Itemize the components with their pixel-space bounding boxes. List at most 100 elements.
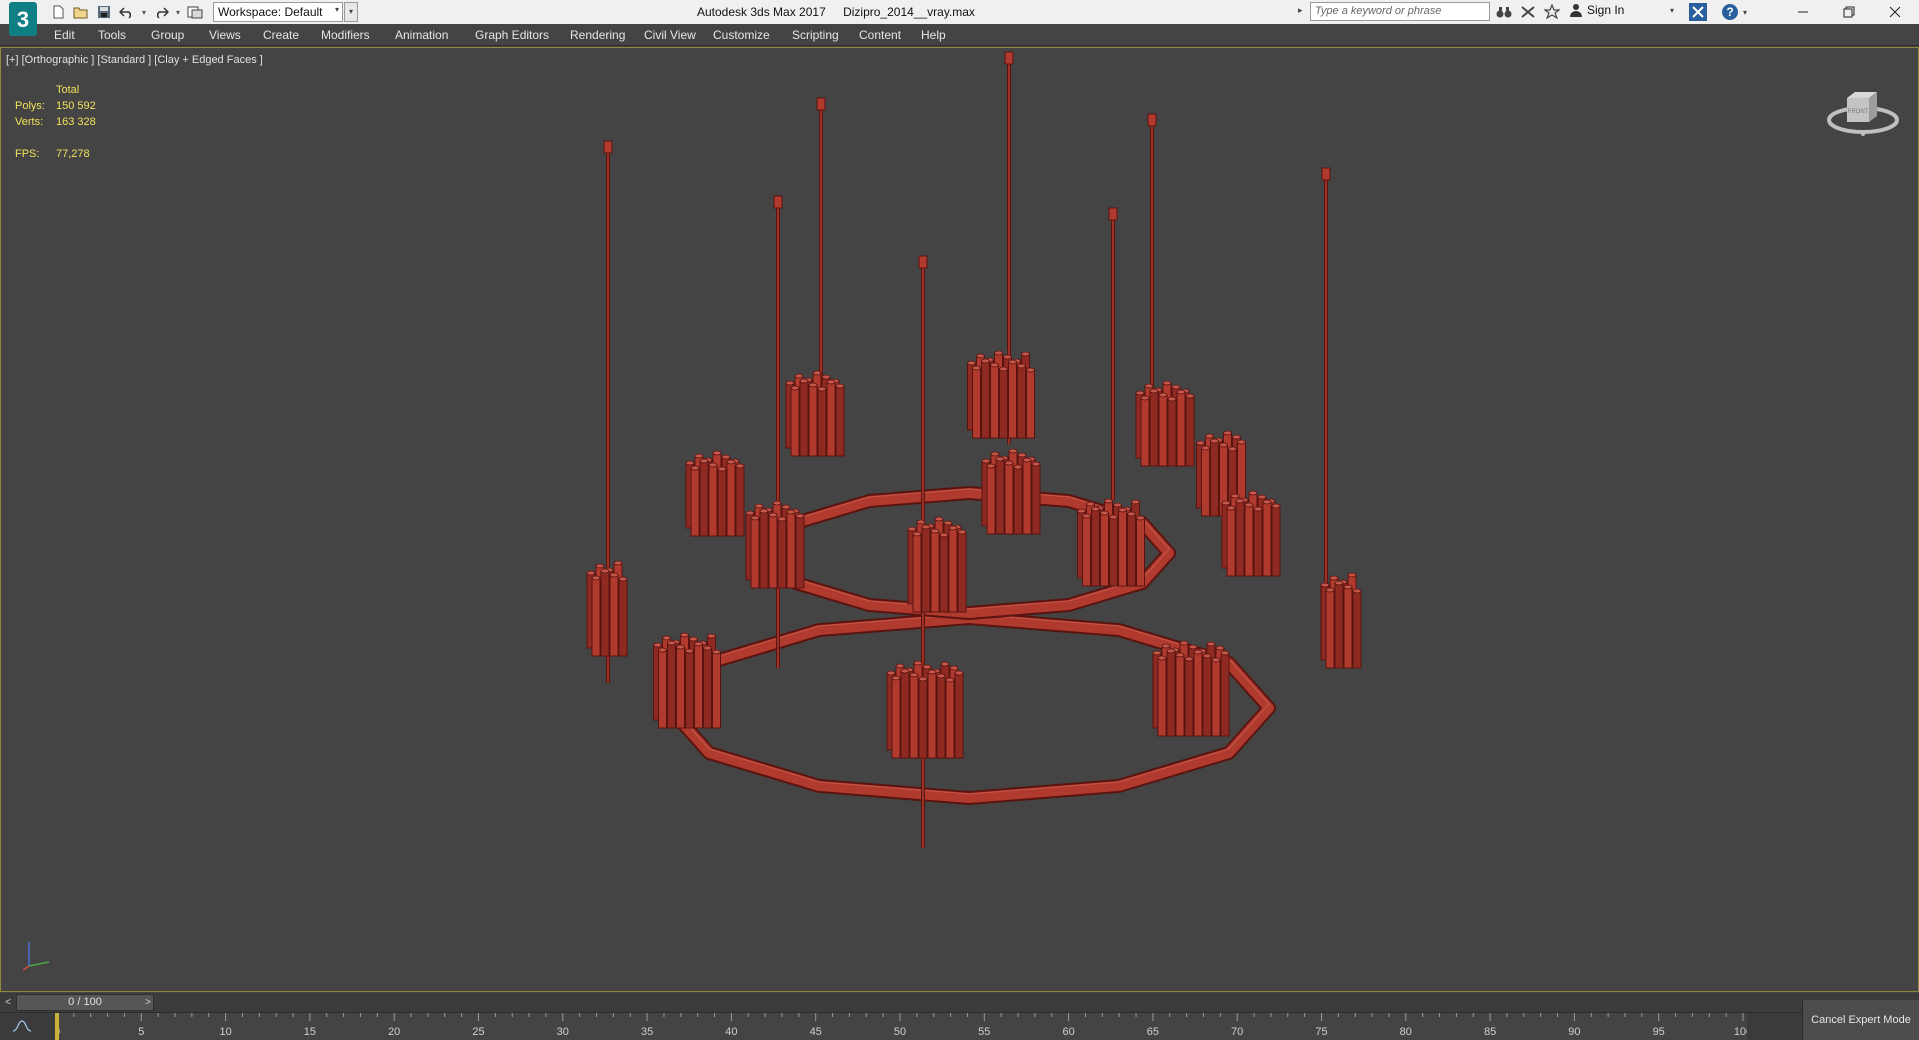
outer-cluster-candle xyxy=(703,647,712,729)
menu-customize[interactable]: Customize xyxy=(713,28,770,42)
viewcube[interactable]: FRONT xyxy=(1825,82,1905,147)
outer-cluster-candle xyxy=(1157,657,1167,737)
restore-button[interactable] xyxy=(1826,0,1872,24)
timeline-tick-label: 45 xyxy=(810,1026,822,1038)
inner-cluster-candle xyxy=(1013,466,1023,535)
search-input[interactable]: Type a keyword or phrase xyxy=(1310,2,1490,21)
inner-cluster-candle xyxy=(1100,512,1109,587)
outer-cluster-candle-top xyxy=(685,648,694,654)
inner-cluster-candle-top xyxy=(1219,442,1228,448)
minimize-icon xyxy=(1798,11,1808,13)
current-frame-marker[interactable] xyxy=(55,1013,59,1040)
workspace-dropdown[interactable]: Workspace: Default ▾ xyxy=(213,2,343,22)
account-dropdown-icon[interactable]: ▾ xyxy=(1670,6,1674,15)
inner-cluster-candle-top xyxy=(990,451,1000,457)
outer-cluster-candle-top xyxy=(1220,650,1230,656)
inner-cluster-candle-top xyxy=(1167,396,1177,402)
autodesk-exchange-icon[interactable] xyxy=(1688,2,1708,25)
inner-cluster-candle xyxy=(999,368,1008,439)
inner-cluster-candle-top xyxy=(1176,389,1186,395)
inner-cluster-candle xyxy=(717,468,727,537)
minimize-button[interactable] xyxy=(1780,0,1826,24)
search-expand-icon[interactable]: ▸ xyxy=(1298,5,1303,16)
inner-cluster-candle-top xyxy=(750,515,760,521)
undo-dropdown-icon[interactable]: ▾ xyxy=(140,8,148,17)
time-slider-next-button[interactable]: > xyxy=(141,995,155,1010)
menu-content[interactable]: Content xyxy=(859,28,901,42)
quick-access-toolbar: ▾ ▾ xyxy=(48,2,205,22)
outer-cluster-candle-top xyxy=(653,642,662,648)
menu-tools[interactable]: Tools xyxy=(98,28,126,42)
menu-help[interactable]: Help xyxy=(921,28,946,42)
timeline-tick-label: 10 xyxy=(219,1026,231,1038)
outer-cluster-candle xyxy=(694,643,703,729)
outer-cluster-candle-top xyxy=(586,570,596,576)
inner-cluster-candle xyxy=(990,364,999,439)
menu-graph-editors[interactable]: Graph Editors xyxy=(475,28,549,42)
outer-cluster-candle-top xyxy=(676,644,685,650)
inner-cluster-candle xyxy=(981,360,990,439)
inner-cluster-candle-top xyxy=(768,512,778,518)
time-slider-prev-button[interactable]: < xyxy=(1,995,15,1010)
outer-cluster-candle xyxy=(1202,655,1212,737)
inner-cluster-candle-top xyxy=(1017,452,1027,458)
inner-cluster-candle xyxy=(1201,447,1210,517)
help-dropdown-icon: ▾ xyxy=(1743,7,1748,17)
inner-cluster-candle xyxy=(1176,391,1186,467)
redo-icon[interactable] xyxy=(151,2,171,22)
chandelier-model[interactable] xyxy=(1,48,1918,991)
inner-cluster-candle-top xyxy=(1205,433,1214,439)
app-menu-button[interactable]: 3 xyxy=(6,0,40,40)
rod-cap xyxy=(603,140,613,154)
inner-cluster-candle xyxy=(995,458,1005,535)
viewport-orthographic[interactable]: [+] [Orthographic ] [Standard ] [Clay + … xyxy=(0,47,1919,992)
close-button[interactable] xyxy=(1872,0,1918,24)
subscription-icon[interactable] xyxy=(1518,2,1538,22)
undo-icon[interactable] xyxy=(117,2,137,22)
outer-cluster-candle xyxy=(1226,507,1236,577)
inner-cluster-candle-top xyxy=(1136,515,1145,521)
menu-modifiers[interactable]: Modifiers xyxy=(321,28,370,42)
workspace-options-button[interactable]: ▾ xyxy=(344,2,358,22)
inner-cluster-candle-top xyxy=(785,380,795,386)
binoculars-icon[interactable] xyxy=(1494,2,1514,22)
menu-group[interactable]: Group xyxy=(151,28,184,42)
menu-animation[interactable]: Animation xyxy=(395,28,448,42)
menu-scripting[interactable]: Scripting xyxy=(792,28,839,42)
sign-in-button[interactable]: Sign In xyxy=(1570,3,1624,17)
inner-cluster-candle-top xyxy=(826,379,836,385)
time-slider[interactable]: 0 / 100 xyxy=(16,994,154,1011)
save-icon[interactable] xyxy=(94,2,114,22)
inner-cluster-candle xyxy=(1091,508,1100,587)
outer-cluster-candle-top xyxy=(1320,582,1330,588)
outer-cluster-candle-top xyxy=(1343,584,1353,590)
curve-editor-icon[interactable] xyxy=(12,1019,32,1036)
project-icon[interactable] xyxy=(185,2,205,22)
inner-cluster-candle-top xyxy=(999,366,1008,372)
outer-cluster-candle-top xyxy=(689,636,698,642)
inner-cluster-candle-top xyxy=(690,465,700,471)
outer-cluster-candle-top xyxy=(954,670,964,676)
favorites-star-icon[interactable] xyxy=(1542,2,1562,22)
open-folder-icon[interactable] xyxy=(71,2,91,22)
outer-cluster-candle xyxy=(1352,590,1362,669)
inner-cluster-candle-top xyxy=(1086,501,1095,507)
outer-cluster-candle-top xyxy=(1230,493,1240,499)
timeline-tick-label: 40 xyxy=(725,1026,737,1038)
menu-create[interactable]: Create xyxy=(263,28,299,42)
redo-dropdown-icon[interactable]: ▾ xyxy=(174,8,182,17)
timeline-track[interactable]: 0510152025303540455055606570758085909510… xyxy=(55,1013,1747,1040)
inner-cluster-candle-top xyxy=(995,456,1005,462)
menu-civil-view[interactable]: Civil View xyxy=(644,28,696,42)
new-file-icon[interactable] xyxy=(48,2,68,22)
outer-cluster-candle xyxy=(667,642,676,729)
inner-cluster-candle-top xyxy=(1127,511,1136,517)
inner-cluster-candle-top xyxy=(981,458,991,464)
menu-views[interactable]: Views xyxy=(209,28,241,42)
menu-rendering[interactable]: Rendering xyxy=(570,28,625,42)
inner-cluster-candle-top xyxy=(1003,354,1012,360)
help-button[interactable]: ? ▾ xyxy=(1720,2,1747,22)
menu-edit[interactable]: Edit xyxy=(54,28,75,42)
outer-cluster-candle xyxy=(1175,654,1185,737)
cancel-expert-mode-button[interactable]: Cancel Expert Mode xyxy=(1802,1000,1919,1040)
